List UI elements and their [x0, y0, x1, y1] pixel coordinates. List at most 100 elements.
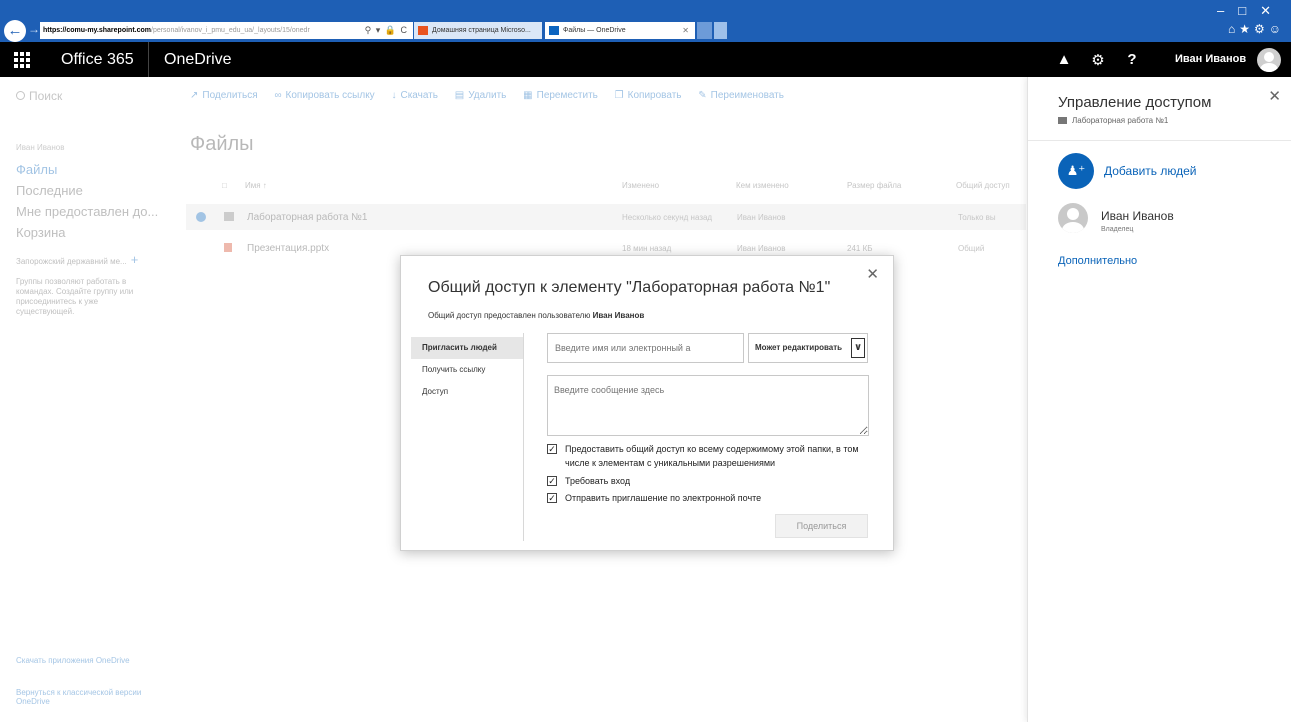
file-name[interactable]: Презентация.pptx — [247, 243, 329, 254]
column-header-modified-by[interactable]: Кем изменено — [736, 181, 789, 190]
nav-item-shared[interactable]: Мне предоставлен до... — [16, 204, 166, 219]
add-group-icon[interactable]: + — [131, 252, 139, 267]
add-people-icon[interactable]: ♟⁺ — [1058, 153, 1094, 189]
avatar — [1058, 203, 1088, 233]
cmd-download[interactable]: ↓ Скачать — [391, 90, 438, 101]
manage-access-panel: ✕ Управление доступом Лабораторная работ… — [1027, 77, 1291, 722]
nav-item-recent[interactable]: Последние — [16, 183, 166, 198]
notifications-bell-icon[interactable]: ▲ — [1047, 42, 1081, 77]
cmd-rename[interactable]: ✎ Переименовать — [698, 90, 784, 101]
chevron-down-icon[interactable]: ∨ — [851, 338, 865, 358]
nav-item-files[interactable]: Файлы — [16, 162, 166, 177]
file-type-header-icon[interactable]: □ — [222, 181, 227, 190]
classic-onedrive-link[interactable]: Вернуться к классической версии OneDrive — [16, 688, 156, 706]
checkbox-label: Требовать вход — [565, 476, 631, 486]
tab-label: Файлы — OneDrive — [563, 27, 626, 34]
close-icon[interactable]: ✕ — [1268, 87, 1281, 105]
settings-gear-icon[interactable]: ⚙ — [1081, 42, 1115, 77]
edge-icon[interactable] — [714, 22, 727, 39]
cmd-copy[interactable]: ❐ Копировать — [615, 90, 682, 101]
add-people-link[interactable]: Добавить людей — [1104, 164, 1196, 178]
cmd-move[interactable]: ▦ Переместить — [523, 90, 598, 101]
column-header-modified[interactable]: Изменено — [622, 181, 659, 190]
browser-toolbar-icons[interactable]: ⌂★⚙☺ — [1228, 22, 1285, 36]
checkbox-require-signin[interactable]: ✓ Требовать вход — [547, 474, 877, 488]
office-tab-icon — [418, 26, 428, 35]
suite-divider — [148, 42, 149, 77]
browser-tab[interactable]: Домашняя страница Microso... — [414, 22, 542, 39]
panel-divider — [1028, 140, 1291, 141]
help-icon[interactable]: ? — [1115, 42, 1149, 77]
cmd-copy-link[interactable]: ∞ Копировать ссылку — [274, 90, 374, 101]
left-nav: Иван Иванов Файлы Последние Мне предоста… — [16, 143, 166, 317]
table-row[interactable]: Лабораторная работа №1 Несколько секунд … — [186, 204, 1026, 230]
share-icon: ↗ — [190, 90, 199, 101]
groups-header[interactable]: Запорожский державний ме... + — [16, 252, 166, 267]
download-apps-link[interactable]: Скачать приложения OneDrive — [16, 656, 156, 665]
permission-select[interactable]: Может редактировать ∨ — [748, 333, 868, 363]
file-size: 241 КБ — [847, 244, 873, 253]
tab-invite-people[interactable]: Пригласить людей — [411, 337, 523, 359]
cmd-delete[interactable]: ▤ Удалить — [455, 90, 507, 101]
file-modified: Несколько секунд назад — [622, 213, 713, 222]
column-header-name[interactable]: Имя ↑ — [245, 181, 267, 190]
file-modified-by: Иван Иванов — [737, 213, 786, 222]
app-launcher-icon[interactable] — [0, 42, 44, 77]
checkbox-share-all[interactable]: ✓ Предоставить общий доступ ко всему сод… — [547, 442, 877, 470]
file-name[interactable]: Лабораторная работа №1 — [247, 212, 367, 223]
shared-with-user: Иван Иванов — [592, 311, 645, 320]
user-name[interactable]: Иван Иванов — [1175, 53, 1246, 65]
column-header-size[interactable]: Размер файла — [847, 181, 901, 190]
checkbox-label: Предоставить общий доступ ко всему содер… — [565, 444, 859, 468]
nav-item-recycle-bin[interactable]: Корзина — [16, 225, 166, 240]
url-host: https://comu-my.sharepoint.com — [43, 27, 151, 34]
onedrive-tab-icon — [549, 26, 559, 35]
share-dialog: ✕ Общий доступ к элементу "Лабораторная … — [400, 255, 894, 551]
advanced-link[interactable]: Дополнительно — [1058, 255, 1137, 267]
file-sharing: Общий — [958, 244, 985, 253]
name-or-email-input[interactable] — [547, 333, 744, 363]
panel-title: Управление доступом — [1058, 94, 1212, 111]
panel-item: Лабораторная работа №1 — [1058, 116, 1168, 125]
file-modified: 18 мин назад — [622, 244, 672, 253]
file-modified-by: Иван Иванов — [737, 244, 786, 253]
cmd-share[interactable]: ↗ Поделиться — [190, 90, 258, 101]
back-arrow-icon[interactable]: ← — [4, 20, 26, 42]
browser-tab-active[interactable]: Файлы — OneDrive ✕ — [545, 22, 695, 39]
checkbox-send-email[interactable]: ✓ Отправить приглашение по электронной п… — [547, 491, 877, 505]
link-icon: ∞ — [274, 90, 282, 101]
avatar[interactable] — [1257, 48, 1281, 72]
search-label: Поиск — [29, 89, 63, 103]
search-box[interactable]: Поиск — [16, 89, 62, 103]
column-header-sharing[interactable]: Общий доступ — [956, 181, 1010, 190]
tab-close-icon[interactable]: ✕ — [682, 22, 689, 39]
tab-get-link[interactable]: Получить ссылку — [411, 359, 523, 381]
new-tab-button[interactable] — [697, 22, 712, 39]
file-sharing: Только вы — [958, 213, 996, 222]
permission-value: Может редактировать — [755, 343, 843, 352]
row-selected-check-icon[interactable] — [196, 212, 206, 222]
groups-description: Группы позволяют работать в командах. Со… — [16, 277, 134, 316]
folder-icon — [1058, 117, 1067, 125]
access-user-name: Иван Иванов — [1101, 209, 1174, 223]
checkbox-checked-icon[interactable]: ✓ — [547, 493, 557, 503]
tab-access[interactable]: Доступ — [411, 381, 523, 403]
forward-arrow-icon[interactable]: → — [28, 22, 40, 36]
url-path: /personal/ivanov_i_pmu_edu_ua/_layouts/1… — [151, 27, 310, 34]
folder-icon — [224, 212, 234, 221]
rename-icon: ✎ — [698, 90, 707, 101]
share-button[interactable]: Поделиться — [775, 514, 868, 538]
window-controls[interactable]: –□✕ — [1217, 3, 1285, 19]
tab-label: Домашняя страница Microso... — [432, 27, 531, 34]
dialog-nav: Пригласить людей Получить ссылку Доступ — [411, 333, 524, 541]
close-icon[interactable]: ✕ — [866, 265, 879, 283]
address-bar-controls[interactable]: ⚲ ▾ 🔒 C — [342, 22, 412, 39]
checkbox-checked-icon[interactable]: ✓ — [547, 476, 557, 486]
browser-chrome: ← → https://comu-my.sharepoint.com/perso… — [0, 0, 1291, 42]
office-brand[interactable]: Office 365 — [61, 51, 134, 69]
delete-icon: ▤ — [454, 90, 465, 101]
app-title[interactable]: OneDrive — [164, 51, 232, 69]
checkbox-checked-icon[interactable]: ✓ — [547, 444, 557, 454]
message-textarea[interactable] — [547, 375, 869, 436]
dialog-title: Общий доступ к элементу "Лабораторная ра… — [428, 279, 831, 296]
